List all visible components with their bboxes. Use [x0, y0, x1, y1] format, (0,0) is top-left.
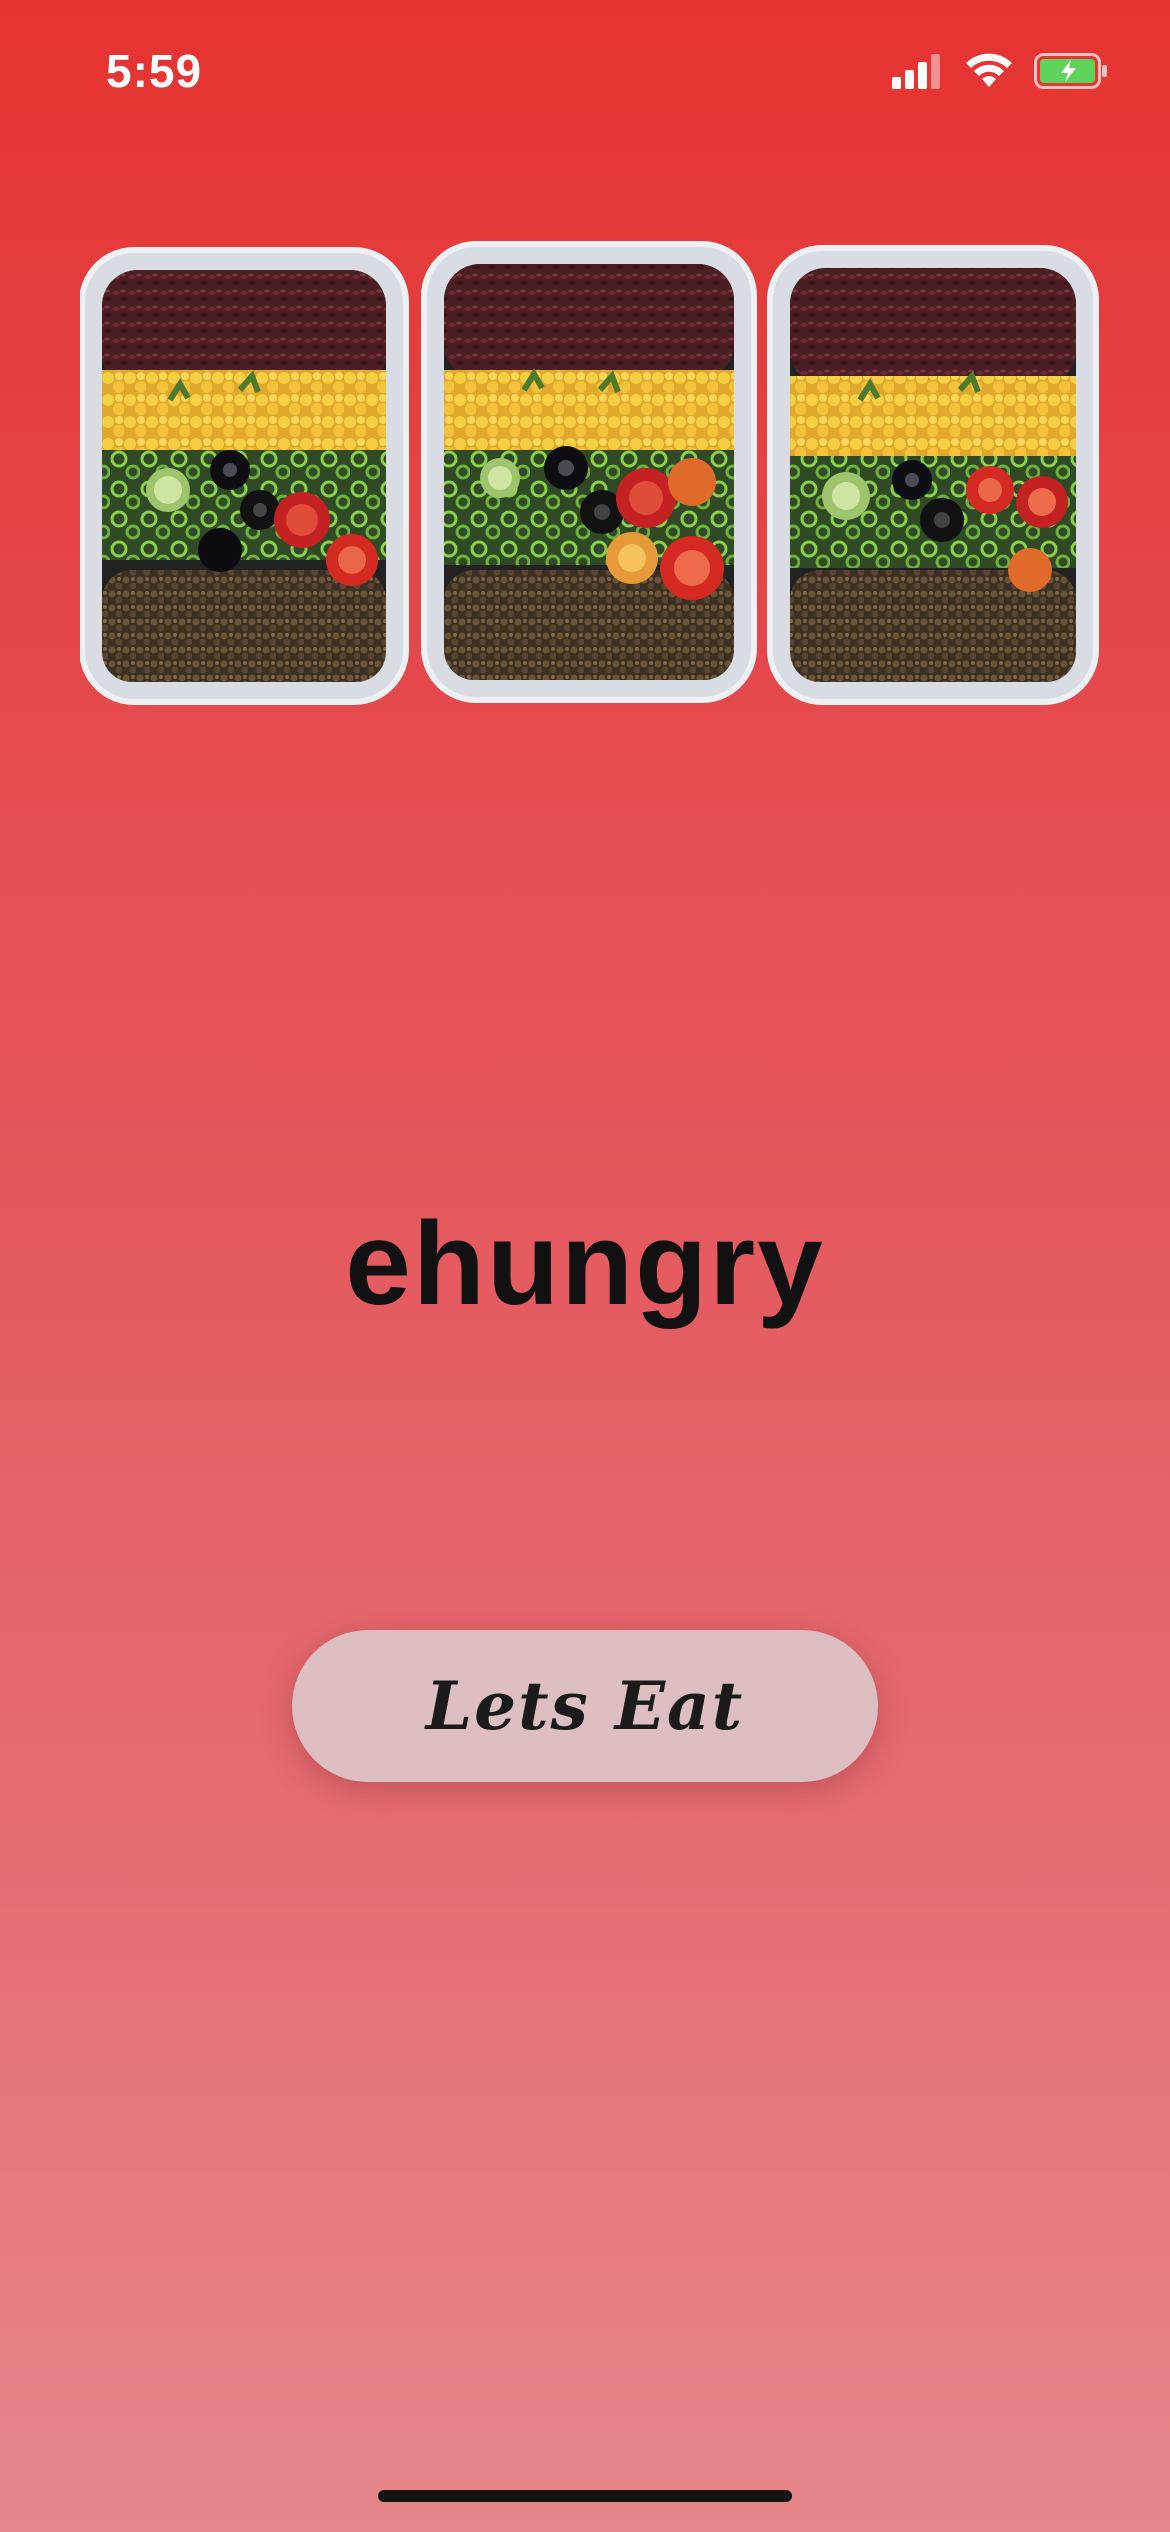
- wifi-icon: [966, 53, 1012, 87]
- meal-prep-image: [80, 241, 1099, 705]
- brand-logo-text: ehungry: [345, 1200, 825, 1330]
- container-3: [767, 245, 1099, 705]
- lets-eat-label: Lets Eat: [425, 1667, 745, 1745]
- container-1: [80, 247, 409, 705]
- home-indicator[interactable]: [378, 2490, 792, 2502]
- battery-charging-icon: [1034, 53, 1107, 89]
- status-icons: [892, 52, 1110, 90]
- status-time: 5:59: [106, 45, 203, 97]
- lets-eat-button[interactable]: Lets Eat: [292, 1630, 878, 1782]
- status-bar: 5:59: [0, 0, 1170, 140]
- container-2: [421, 241, 757, 703]
- cellular-signal-icon: [892, 54, 940, 89]
- brand-logo: ehungry: [345, 1200, 825, 1330]
